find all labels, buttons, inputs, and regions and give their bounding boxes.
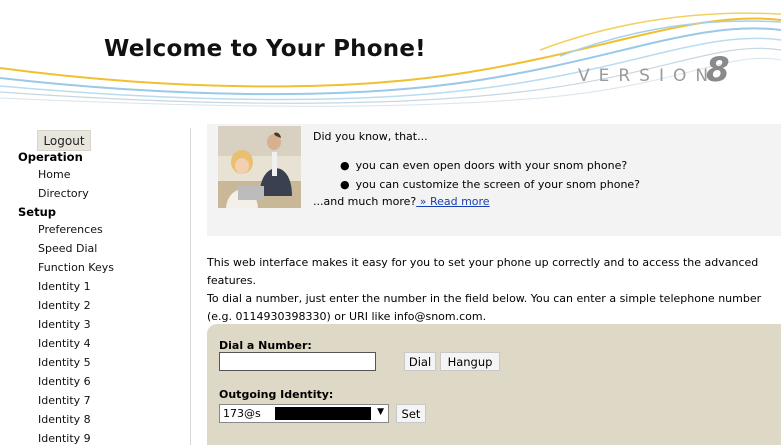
sidebar-item-identity-6[interactable]: Identity 6 — [38, 375, 91, 388]
sidebar-item-preferences[interactable]: Preferences — [38, 223, 103, 236]
selected-identity: 173@s — [223, 407, 261, 420]
sidebar-item-identity-8[interactable]: Identity 8 — [38, 413, 91, 426]
version-label: VERSION — [578, 66, 718, 86]
tip-more-text: ...and much more? — [313, 195, 417, 208]
intro-text: This web interface makes it easy for you… — [207, 254, 767, 326]
hangup-button[interactable]: Hangup — [440, 352, 500, 371]
sidebar-item-function-keys[interactable]: Function Keys — [38, 261, 114, 274]
dial-number-input[interactable] — [219, 352, 376, 371]
people-photo — [218, 126, 301, 208]
sidebar-item-identity-9[interactable]: Identity 9 — [38, 432, 91, 445]
sidebar-item-home[interactable]: Home — [38, 168, 70, 181]
dial-panel: Dial a Number: Dial Hangup Outgoing Iden… — [207, 324, 781, 445]
outgoing-identity-label: Outgoing Identity: — [219, 388, 334, 401]
bullet-icon: ● — [340, 178, 350, 191]
nav-heading-operation: Operation — [18, 150, 83, 164]
sidebar-item-identity-7[interactable]: Identity 7 — [38, 394, 91, 407]
tip-bullet: ● you can even open doors with your snom … — [340, 159, 640, 178]
read-more-link[interactable]: » Read more — [416, 195, 490, 208]
bullet-icon: ● — [340, 159, 350, 172]
tip-more-line: ...and much more? » Read more — [313, 195, 490, 208]
sidebar-item-speed-dial[interactable]: Speed Dial — [38, 242, 97, 255]
sidebar-item-identity-2[interactable]: Identity 2 — [38, 299, 91, 312]
set-button[interactable]: Set — [396, 404, 426, 423]
sidebar-divider — [190, 128, 191, 445]
logout-button[interactable]: Logout — [37, 130, 91, 151]
page-title: Welcome to Your Phone! — [104, 36, 426, 62]
redaction-bar — [275, 407, 371, 420]
sidebar-item-identity-1[interactable]: Identity 1 — [38, 280, 91, 293]
page-header: Welcome to Your Phone! VERSION 8 — [0, 0, 781, 112]
tip-bullet-text: you can even open doors with your snom p… — [355, 159, 628, 172]
sidebar-item-identity-3[interactable]: Identity 3 — [38, 318, 91, 331]
intro-paragraph-1: This web interface makes it easy for you… — [207, 256, 759, 287]
sidebar-item-directory[interactable]: Directory — [38, 187, 89, 200]
dropdown-arrow-icon: ▼ — [377, 407, 384, 417]
tip-bullet-text: you can customize the screen of your sno… — [355, 178, 641, 191]
tip-title: Did you know, that... — [313, 130, 428, 143]
tip-bullet-list: ● you can even open doors with your snom … — [340, 159, 640, 197]
did-you-know-panel: Did you know, that... ● you can even open… — [207, 124, 781, 236]
nav-heading-setup: Setup — [18, 205, 56, 219]
intro-paragraph-2: To dial a number, just enter the number … — [207, 292, 762, 323]
version-number: 8 — [706, 50, 730, 90]
outgoing-identity-select[interactable]: 173@s ▼ — [219, 404, 389, 423]
dial-number-label: Dial a Number: — [219, 339, 312, 352]
dial-button[interactable]: Dial — [404, 352, 436, 371]
sidebar-item-identity-4[interactable]: Identity 4 — [38, 337, 91, 350]
sidebar-item-identity-5[interactable]: Identity 5 — [38, 356, 91, 369]
